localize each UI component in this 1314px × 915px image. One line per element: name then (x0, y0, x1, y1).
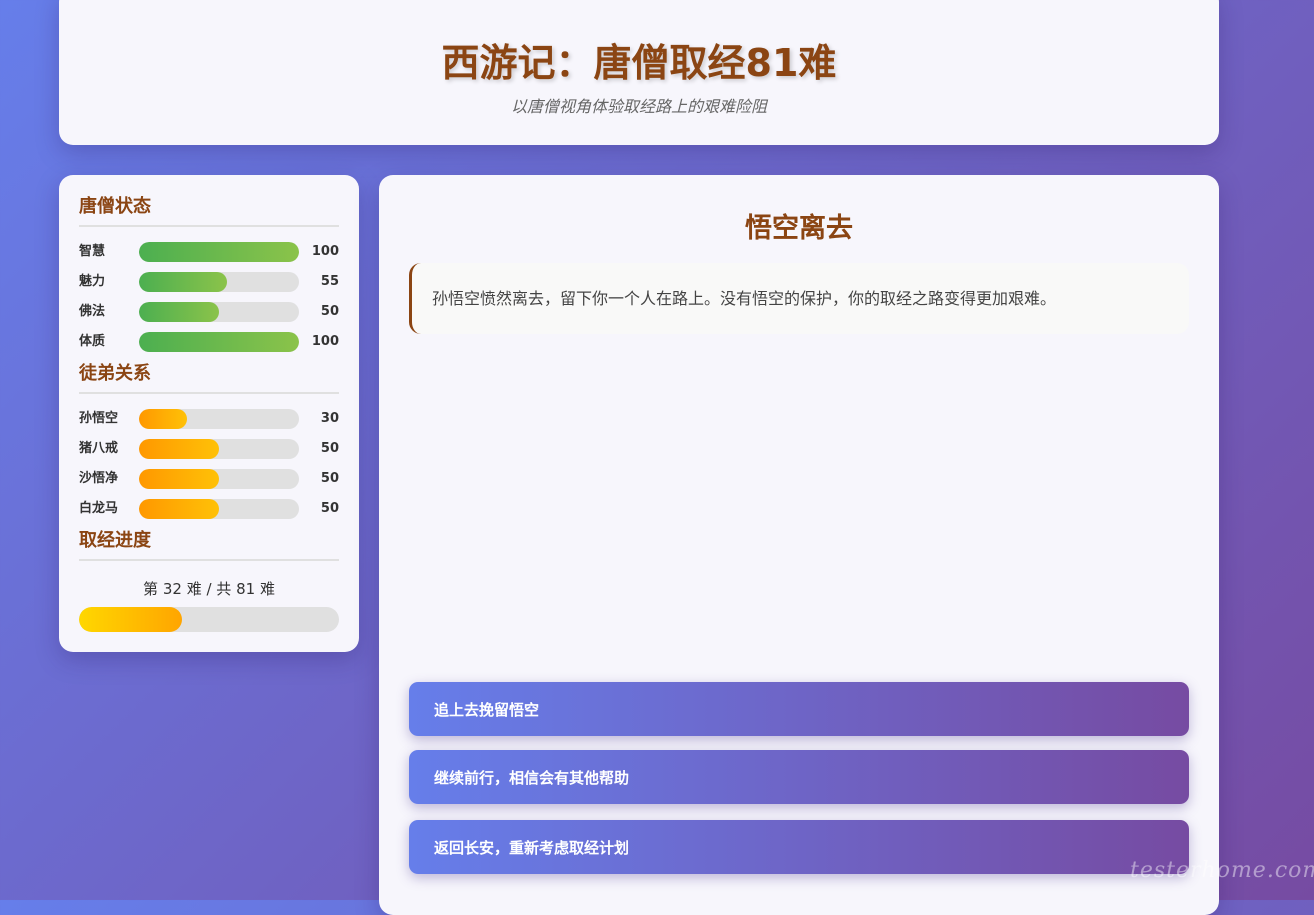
stat-charm: 魅力 55 (79, 272, 339, 292)
relation-fill (139, 439, 219, 459)
relation-zhu-bajie: 猪八戒 50 (79, 439, 339, 459)
journey-progress-fill (79, 607, 182, 632)
choice-button-3[interactable]: 返回长安，重新考虑取经计划 (409, 820, 1189, 874)
page-title: 西游记：唐僧取经81难 (441, 41, 837, 85)
progress-middle: 难 / 共 (186, 580, 232, 598)
stat-bar (139, 302, 299, 322)
stat-fill (139, 332, 299, 352)
relation-value: 50 (320, 501, 339, 516)
relations-section-title: 徒弟关系 (79, 362, 339, 394)
stat-fill (139, 302, 219, 322)
stat-label: 体质 (79, 334, 106, 349)
relation-bar (139, 409, 299, 429)
relation-bar (139, 439, 299, 459)
stat-bar (139, 332, 299, 352)
status-section-title: 唐僧状态 (79, 195, 339, 227)
game-header: 西游记：唐僧取经81难 以唐僧视角体验取经路上的艰难险阻 (59, 0, 1219, 145)
relation-white-dragon-horse: 白龙马 50 (79, 499, 339, 519)
relation-sun-wukong: 孙悟空 30 (79, 409, 339, 429)
event-panel: 悟空离去 孙悟空愤然离去，留下你一个人在路上。没有悟空的保护，你的取经之路变得更… (379, 175, 1219, 915)
progress-total: 81 (236, 580, 256, 598)
journey-progress-bar (79, 607, 339, 632)
stat-bar (139, 242, 299, 262)
relation-value: 50 (320, 471, 339, 486)
relation-fill (139, 499, 219, 519)
stat-value: 100 (311, 334, 339, 349)
stat-value: 55 (320, 274, 339, 289)
relation-label: 沙悟净 (79, 471, 119, 486)
event-description: 孙悟空愤然离去，留下你一个人在路上。没有悟空的保护，你的取经之路变得更加艰难。 (409, 263, 1189, 334)
journey-progress-text: 第 32 难 / 共 81 难 (79, 578, 339, 599)
stat-label: 智慧 (79, 244, 106, 259)
relation-label: 猪八戒 (79, 441, 119, 456)
relation-fill (139, 469, 219, 489)
stat-constitution: 体质 100 (79, 332, 339, 352)
progress-suffix: 难 (259, 580, 275, 598)
relation-value: 50 (320, 441, 339, 456)
event-title: 悟空离去 (745, 213, 853, 244)
choice-button-1[interactable]: 追上去挽留悟空 (409, 682, 1189, 736)
stat-label: 魅力 (79, 274, 106, 289)
status-sidebar: 唐僧状态 智慧 100 魅力 55 佛法 50 体质 100 徒弟关系 孙悟空 … (59, 175, 359, 652)
relation-sha-wujing: 沙悟净 50 (79, 469, 339, 489)
relation-fill (139, 409, 187, 429)
choice-button-2[interactable]: 继续前行，相信会有其他帮助 (409, 750, 1189, 804)
stat-value: 50 (320, 304, 339, 319)
progress-section-title: 取经进度 (79, 529, 339, 561)
stat-fill (139, 242, 299, 262)
watermark: testerhome.com (1130, 858, 1314, 883)
relation-bar (139, 499, 299, 519)
stat-dharma: 佛法 50 (79, 302, 339, 322)
relation-bar (139, 469, 299, 489)
progress-current: 32 (162, 580, 182, 598)
stat-label: 佛法 (79, 304, 106, 319)
stat-fill (139, 272, 227, 292)
stat-wisdom: 智慧 100 (79, 242, 339, 262)
stat-bar (139, 272, 299, 292)
stat-value: 100 (311, 244, 339, 259)
relation-label: 孙悟空 (79, 411, 119, 426)
progress-prefix: 第 (143, 580, 159, 598)
page-subtitle: 以唐僧视角体验取经路上的艰难险阻 (510, 97, 767, 116)
relation-value: 30 (320, 411, 339, 426)
relation-label: 白龙马 (79, 501, 119, 516)
